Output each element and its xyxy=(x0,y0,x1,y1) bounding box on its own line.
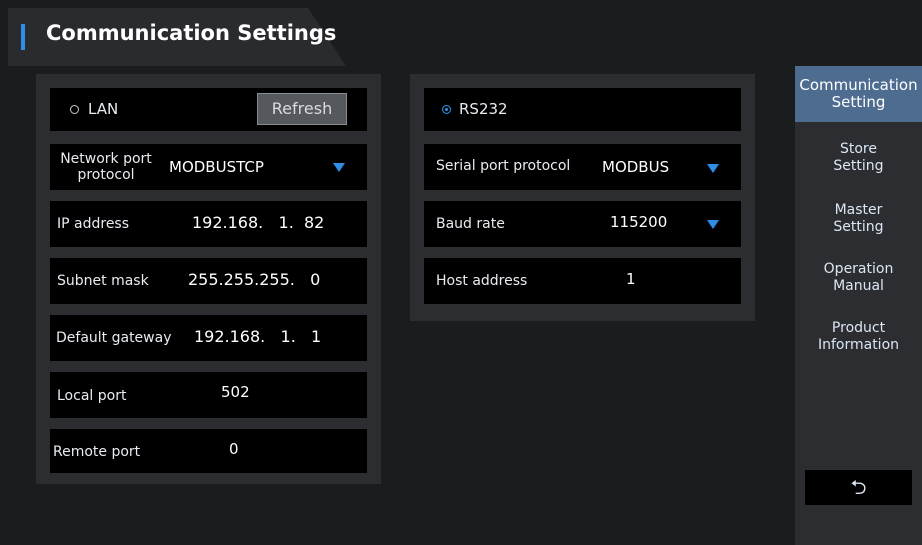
sidebar-item-label-line1: Master xyxy=(834,202,883,218)
sidebar-item-store-setting[interactable]: Store Setting xyxy=(795,141,922,175)
title-bar: Communication Settings xyxy=(8,8,922,66)
sidebar: Communication Setting Store Setting Mast… xyxy=(795,66,922,545)
lan-radio-icon[interactable] xyxy=(70,105,79,114)
network-protocol-label-line1: Network port xyxy=(60,151,152,167)
rs232-radio-icon[interactable] xyxy=(442,105,451,114)
network-protocol-value: MODBUSTCP xyxy=(169,158,264,176)
default-gateway-row[interactable]: Default gateway 192.168. 1. 1 xyxy=(50,315,367,361)
network-protocol-label-line2: protocol xyxy=(77,167,135,183)
network-protocol-label: Network port protocol xyxy=(56,151,156,183)
sidebar-item-master-setting[interactable]: Master Setting xyxy=(795,202,922,236)
sidebar-item-operation-manual[interactable]: Operation Manual xyxy=(795,261,922,295)
serial-protocol-value: MODBUS xyxy=(602,158,670,176)
sidebar-item-label-line1: Store xyxy=(839,141,877,157)
baud-rate-dropdown-icon[interactable] xyxy=(707,220,719,229)
host-address-value[interactable]: 1 xyxy=(626,270,636,288)
screen: Communication Settings LAN Refresh Netwo… xyxy=(8,8,922,545)
serial-protocol-label: Serial port protocol xyxy=(436,158,571,174)
back-button[interactable]: ⮌ xyxy=(805,470,912,505)
ip-address-value[interactable]: 192.168. 1. 82 xyxy=(192,213,324,232)
default-gateway-value[interactable]: 192.168. 1. 1 xyxy=(194,327,321,346)
sidebar-item-product-information[interactable]: Product Information xyxy=(795,320,922,354)
baud-rate-value: 115200 xyxy=(610,213,668,231)
title-accent-bar xyxy=(21,24,25,50)
serial-protocol-dropdown-icon[interactable] xyxy=(707,164,719,173)
ip-address-row[interactable]: IP address 192.168. 1. 82 xyxy=(50,201,367,247)
baud-rate-label: Baud rate xyxy=(436,216,505,232)
subnet-mask-value[interactable]: 255.255.255. 0 xyxy=(188,270,320,289)
undo-arrow-icon: ⮌ xyxy=(850,475,867,499)
host-address-row[interactable]: Host address 1 xyxy=(424,258,741,304)
sidebar-item-label-line1: Operation xyxy=(823,261,894,277)
baud-rate-row[interactable]: Baud rate 115200 xyxy=(424,201,741,247)
network-protocol-dropdown-icon[interactable] xyxy=(333,163,345,172)
sidebar-item-label-line1: Product xyxy=(831,320,886,336)
local-port-row[interactable]: Local port 502 xyxy=(50,372,367,418)
serial-panel: RS232 Serial port protocol MODBUS Baud r… xyxy=(410,74,755,321)
ip-address-label: IP address xyxy=(57,216,130,232)
remote-port-value[interactable]: 0 xyxy=(229,440,239,458)
sidebar-item-label-line2: Manual xyxy=(833,278,884,294)
sidebar-item-label-line2: Setting xyxy=(833,219,884,235)
subnet-mask-label: Subnet mask xyxy=(57,273,149,289)
lan-mode-row[interactable]: LAN Refresh xyxy=(50,88,367,131)
lan-mode-label: LAN xyxy=(88,100,119,118)
host-address-label: Host address xyxy=(436,273,528,289)
sidebar-item-label-line2: Information xyxy=(817,337,900,353)
refresh-button[interactable]: Refresh xyxy=(257,93,347,125)
network-protocol-row[interactable]: Network port protocol MODBUSTCP xyxy=(50,144,367,190)
lan-panel: LAN Refresh Network port protocol MODBUS… xyxy=(36,74,381,484)
page-title: Communication Settings xyxy=(46,21,337,45)
sidebar-item-communication-setting[interactable]: Communication Setting xyxy=(795,66,922,122)
local-port-value[interactable]: 502 xyxy=(221,383,250,401)
sidebar-item-label-line2: Setting xyxy=(833,158,884,174)
sidebar-item-label-line1: Communication xyxy=(799,76,918,94)
serial-protocol-row[interactable]: Serial port protocol MODBUS xyxy=(424,144,741,190)
rs232-mode-row[interactable]: RS232 xyxy=(424,88,741,131)
remote-port-row[interactable]: Remote port 0 xyxy=(50,429,367,473)
local-port-label: Local port xyxy=(57,388,127,404)
subnet-mask-row[interactable]: Subnet mask 255.255.255. 0 xyxy=(50,258,367,304)
default-gateway-label: Default gateway xyxy=(56,330,172,346)
sidebar-item-label-line2: Setting xyxy=(831,93,886,111)
rs232-mode-label: RS232 xyxy=(459,100,508,118)
remote-port-label: Remote port xyxy=(53,444,141,460)
